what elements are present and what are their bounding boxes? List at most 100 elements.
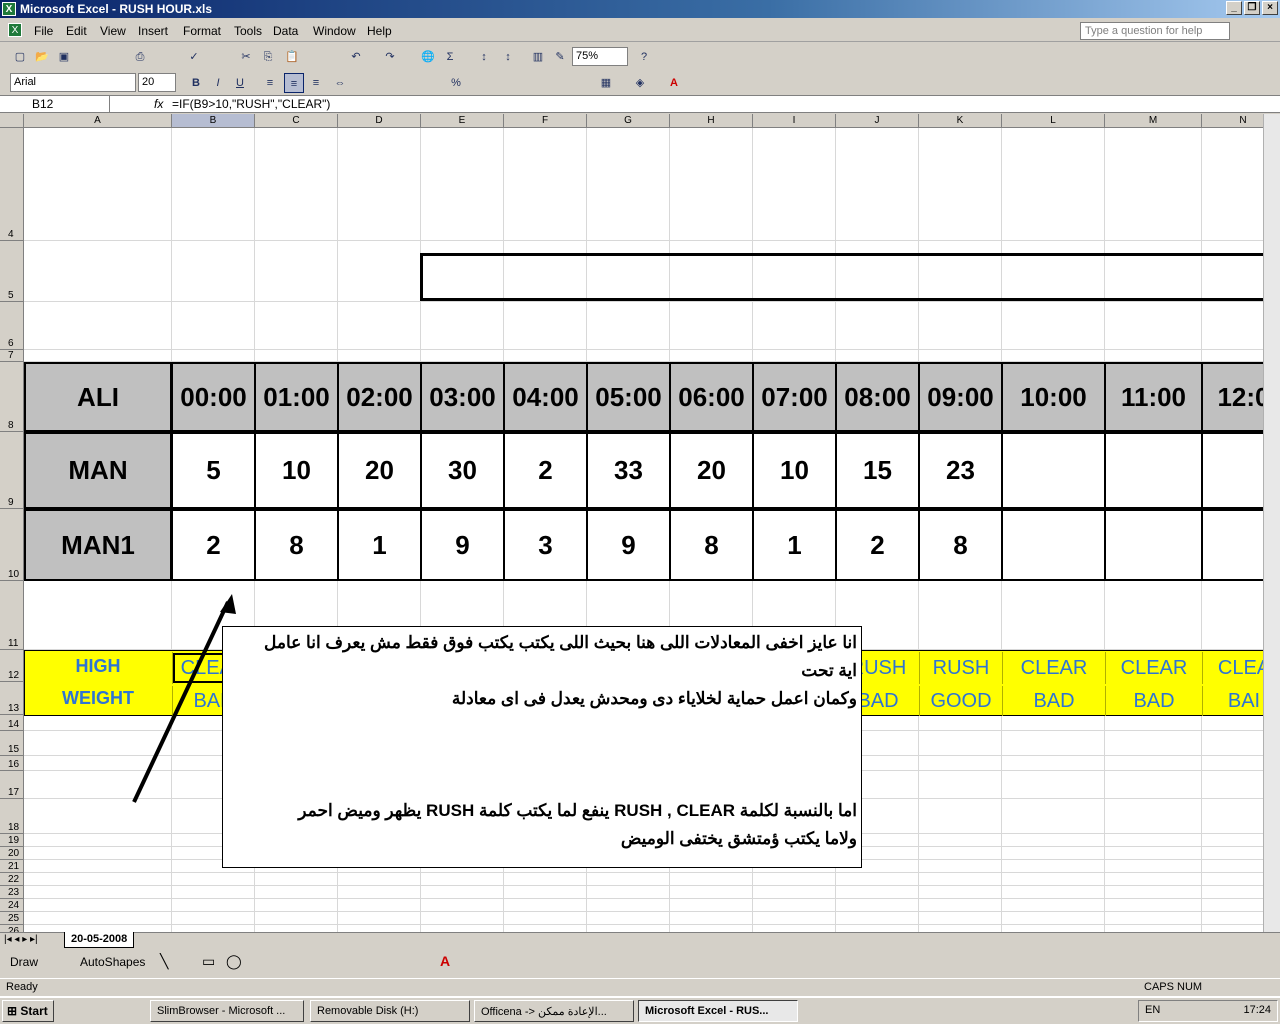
- workbook-icon[interactable]: X: [8, 23, 22, 37]
- column-header[interactable]: K: [919, 114, 1002, 128]
- man-cell[interactable]: 30: [420, 432, 505, 509]
- menu-window[interactable]: Window: [313, 24, 356, 38]
- close-button[interactable]: ×: [1262, 1, 1278, 15]
- menu-edit[interactable]: Edit: [66, 24, 87, 38]
- high-cell[interactable]: RUSH: [919, 652, 1002, 684]
- paste-icon[interactable]: 📋: [282, 47, 302, 67]
- row-header[interactable]: 10: [0, 509, 24, 581]
- times-cell[interactable]: 11:00: [1104, 362, 1203, 432]
- help-icon[interactable]: ?: [634, 47, 654, 67]
- line-tool-icon[interactable]: ╲: [160, 953, 168, 970]
- draw-font-color-icon[interactable]: A: [440, 953, 450, 969]
- man1-cell[interactable]: [1104, 509, 1203, 581]
- man-cell[interactable]: 15: [835, 432, 920, 509]
- man-cell[interactable]: 20: [337, 432, 422, 509]
- vertical-scrollbar[interactable]: [1263, 114, 1280, 932]
- menu-insert[interactable]: Insert: [138, 24, 168, 38]
- times-cell[interactable]: 05:00: [586, 362, 671, 432]
- fx-label[interactable]: fx: [154, 97, 163, 111]
- tab-nav-icon[interactable]: |◂ ◂ ▸ ▸|: [4, 934, 38, 945]
- times-cell[interactable]: 01:00: [254, 362, 339, 432]
- row-header[interactable]: 11: [0, 581, 24, 650]
- oval-tool-icon[interactable]: ◯: [226, 953, 242, 970]
- autosum-icon[interactable]: Σ: [440, 47, 460, 67]
- note-textbox[interactable]: انا عايز اخفى المعادلات اللى هنا بحيث ال…: [222, 626, 862, 868]
- row-label-cell[interactable]: ALI: [24, 362, 172, 432]
- language-indicator[interactable]: EN: [1145, 1004, 1160, 1016]
- save-icon[interactable]: ▣: [54, 47, 74, 67]
- sort-desc-icon[interactable]: ↕: [498, 47, 518, 67]
- name-box[interactable]: B12: [2, 96, 110, 113]
- row-header[interactable]: 7: [0, 350, 24, 362]
- sheet-tab[interactable]: 20-05-2008: [64, 932, 135, 948]
- man1-cell[interactable]: 8: [254, 509, 339, 581]
- fill-color-icon[interactable]: ◈: [630, 73, 650, 93]
- bold-button[interactable]: B: [186, 73, 206, 93]
- drawing-icon[interactable]: ✎: [550, 47, 570, 67]
- man1-cell[interactable]: 9: [420, 509, 505, 581]
- column-header[interactable]: M: [1105, 114, 1202, 128]
- task-officena[interactable]: Officena -> الإعادة ممكن...: [474, 1000, 634, 1022]
- zoom-select[interactable]: 75%: [572, 47, 628, 66]
- man-cell[interactable]: [1104, 432, 1203, 509]
- times-cell[interactable]: 03:00: [420, 362, 505, 432]
- task-removable-disk[interactable]: Removable Disk (H:): [310, 1000, 470, 1022]
- row-header[interactable]: 13: [0, 682, 24, 715]
- times-cell[interactable]: 04:00: [503, 362, 588, 432]
- row-header[interactable]: 23: [0, 886, 24, 899]
- column-header[interactable]: G: [587, 114, 670, 128]
- copy-icon[interactable]: ⎘: [258, 47, 278, 67]
- row-header[interactable]: 15: [0, 731, 24, 756]
- weight-cell[interactable]: BAD: [1002, 686, 1105, 716]
- row-header[interactable]: 6: [0, 302, 24, 350]
- rectangle-tool-icon[interactable]: ▭: [202, 953, 215, 970]
- man-cell[interactable]: 5: [171, 432, 256, 509]
- man-cell[interactable]: 10: [752, 432, 837, 509]
- man1-cell[interactable]: 8: [669, 509, 754, 581]
- man1-cell[interactable]: [1001, 509, 1106, 581]
- man1-cell[interactable]: 8: [918, 509, 1003, 581]
- row-header[interactable]: 9: [0, 432, 24, 509]
- merge-center-icon[interactable]: ⇔: [330, 73, 350, 93]
- restore-button[interactable]: ❐: [1244, 1, 1260, 15]
- menu-format[interactable]: Format: [183, 24, 221, 38]
- man1-cell[interactable]: 3: [503, 509, 588, 581]
- help-search-input[interactable]: Type a question for help: [1080, 22, 1230, 40]
- man-cell[interactable]: 10: [254, 432, 339, 509]
- percent-icon[interactable]: %: [446, 73, 466, 93]
- column-header[interactable]: D: [338, 114, 421, 128]
- align-right-icon[interactable]: ≡: [306, 73, 326, 93]
- man-cell[interactable]: 2: [503, 432, 588, 509]
- man1-cell[interactable]: 1: [337, 509, 422, 581]
- row-header[interactable]: 20: [0, 847, 24, 860]
- high-cell[interactable]: CLEAR: [1105, 652, 1202, 684]
- new-icon[interactable]: ▢: [10, 47, 30, 67]
- man1-cell[interactable]: 2: [171, 509, 256, 581]
- column-header[interactable]: I: [753, 114, 836, 128]
- open-icon[interactable]: 📂: [32, 47, 52, 67]
- undo-icon[interactable]: ↶: [346, 47, 366, 67]
- high-cell[interactable]: CLEAR: [1002, 652, 1105, 684]
- column-header[interactable]: A: [24, 114, 172, 128]
- man-cell[interactable]: [1001, 432, 1106, 509]
- times-cell[interactable]: 09:00: [918, 362, 1003, 432]
- hyperlink-icon[interactable]: 🌐: [418, 47, 438, 67]
- task-excel[interactable]: Microsoft Excel - RUS...: [638, 1000, 798, 1022]
- menu-tools[interactable]: Tools: [234, 24, 262, 38]
- row-header[interactable]: 25: [0, 912, 24, 925]
- task-slimbrowser[interactable]: SlimBrowser - Microsoft ...: [150, 1000, 304, 1022]
- autoshapes-menu[interactable]: AutoShapes: [80, 955, 145, 969]
- row-header[interactable]: 16: [0, 756, 24, 771]
- merged-title-cell[interactable]: [420, 253, 1280, 301]
- man1-cell[interactable]: 1: [752, 509, 837, 581]
- start-button[interactable]: ⊞ Start: [2, 1000, 54, 1022]
- man-cell[interactable]: 20: [669, 432, 754, 509]
- formula-input[interactable]: =IF(B9>10,"RUSH","CLEAR"): [172, 97, 330, 111]
- times-cell[interactable]: 06:00: [669, 362, 754, 432]
- row-label-cell[interactable]: MAN1: [24, 509, 172, 581]
- column-header[interactable]: E: [421, 114, 504, 128]
- font-select[interactable]: Arial: [10, 73, 136, 92]
- times-cell[interactable]: 08:00: [835, 362, 920, 432]
- print-icon[interactable]: ⎙: [130, 47, 150, 67]
- row-header[interactable]: 21: [0, 860, 24, 873]
